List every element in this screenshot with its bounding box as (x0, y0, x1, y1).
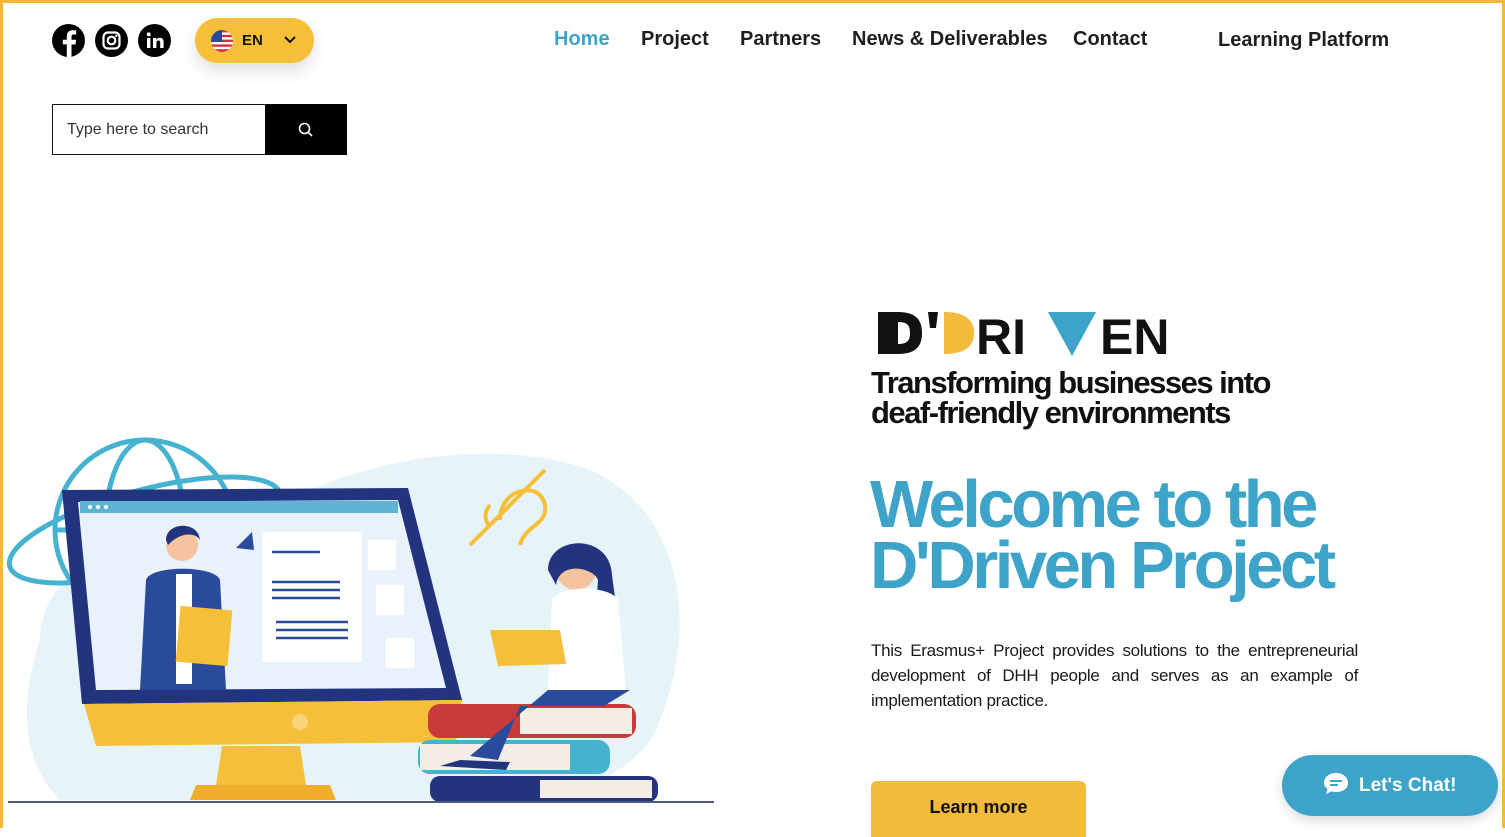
chat-label: Let's Chat! (1359, 774, 1457, 796)
instagram-icon[interactable] (95, 24, 128, 57)
tagline-line-2: deaf-friendly environments (871, 395, 1231, 430)
search-input[interactable] (52, 104, 265, 155)
hero-illustration (6, 437, 714, 803)
welcome-line-2: D'Driven Project (870, 528, 1336, 603)
svg-text:EN: EN (1100, 309, 1169, 362)
chat-bubble-icon (1323, 771, 1349, 801)
search-icon (298, 122, 313, 137)
driven-logo: RI EN (876, 306, 1196, 367)
nav-item-project[interactable]: Project (641, 28, 709, 51)
project-description: This Erasmus+ Project provides solutions… (871, 641, 1358, 710)
social-links (52, 24, 171, 57)
nav-item-news-deliverables[interactable]: News & Deliverables (852, 28, 1048, 51)
nav-item-home[interactable]: Home (554, 28, 610, 51)
tagline-line-1: Transforming businesses into (871, 365, 1271, 400)
language-selector[interactable]: EN (195, 18, 314, 63)
chevron-down-icon (283, 32, 297, 50)
svg-text:RI: RI (976, 309, 1026, 362)
linkedin-icon[interactable] (138, 24, 171, 57)
nav-item-partners[interactable]: Partners (740, 28, 821, 51)
search-button[interactable] (265, 104, 347, 155)
driven-logo-mark: RI EN (878, 309, 1169, 365)
welcome-line-1: Welcome to the (870, 467, 1318, 542)
chat-button[interactable]: Let's Chat! (1282, 755, 1498, 816)
language-code: EN (242, 32, 263, 49)
us-flag-icon (211, 29, 233, 52)
nav-item-learning-platform[interactable]: Learning Platform (1218, 29, 1389, 52)
welcome-heading: Welcome to the D'Driven Project (870, 467, 1390, 603)
hero-tagline: Transforming businesses into deaf-friend… (871, 365, 1291, 430)
facebook-icon[interactable] (52, 24, 85, 57)
search-bar (52, 104, 347, 155)
learn-more-button[interactable]: Learn more (871, 781, 1086, 837)
nav-item-contact[interactable]: Contact (1073, 28, 1147, 51)
